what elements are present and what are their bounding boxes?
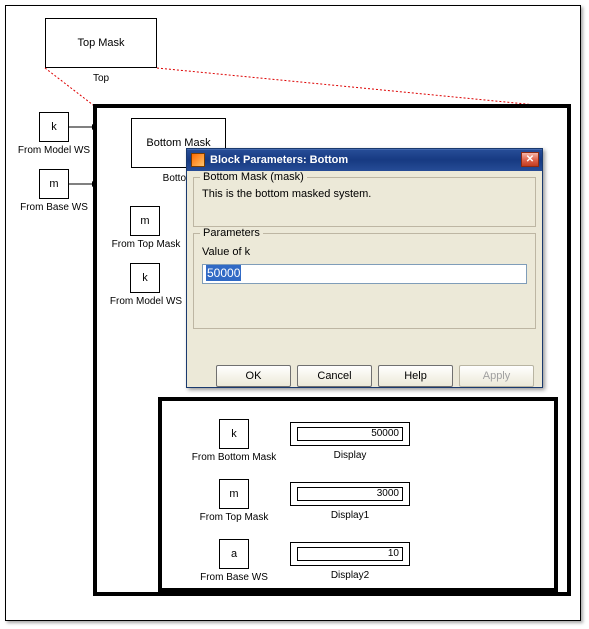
- param-value-k: 50000: [206, 265, 241, 281]
- group-mask-desc: This is the bottom masked system.: [202, 188, 527, 200]
- var-m: m: [49, 178, 58, 190]
- label-from-base-ws-inner: From Base WS: [186, 572, 282, 583]
- block-display1[interactable]: 3000: [290, 482, 410, 506]
- var-a-inner: a: [231, 548, 237, 560]
- label-from-model-ws-mid: From Model WS: [106, 296, 186, 307]
- label-display: Display: [290, 450, 410, 461]
- var-m-inner: m: [229, 488, 238, 500]
- block-display[interactable]: 50000: [290, 422, 410, 446]
- block-top-mask[interactable]: Top Mask: [45, 18, 157, 68]
- group-mask-title: Bottom Mask (mask): [200, 171, 307, 183]
- dialog-titlebar[interactable]: Block Parameters: Bottom ✕: [187, 149, 542, 171]
- app-icon: [191, 153, 205, 167]
- block-from-base-ws-inner[interactable]: a: [219, 539, 249, 569]
- block-from-model-ws[interactable]: k: [39, 112, 69, 142]
- block-display2[interactable]: 10: [290, 542, 410, 566]
- var-m-mid: m: [140, 215, 149, 227]
- var-k-inner: k: [231, 428, 237, 440]
- block-top-mask-label: Top Mask: [77, 37, 124, 49]
- apply-button[interactable]: Apply: [459, 365, 534, 387]
- group-params-title: Parameters: [200, 227, 263, 239]
- display2-value: 10: [297, 547, 403, 561]
- label-from-model-ws: From Model WS: [13, 145, 95, 156]
- dialog-title: Block Parameters: Bottom: [210, 154, 348, 166]
- label-display1: Display1: [290, 510, 410, 521]
- var-k-mid: k: [142, 272, 148, 284]
- label-from-base-ws: From Base WS: [13, 202, 95, 213]
- label-from-top-mask-inner: From Top Mask: [186, 512, 282, 523]
- block-from-bottom-mask[interactable]: k: [219, 419, 249, 449]
- display1-value: 3000: [297, 487, 403, 501]
- ok-button[interactable]: OK: [216, 365, 291, 387]
- block-from-top-mask[interactable]: m: [130, 206, 160, 236]
- block-from-base-ws[interactable]: m: [39, 169, 69, 199]
- close-button[interactable]: ✕: [521, 152, 539, 167]
- help-button[interactable]: Help: [378, 365, 453, 387]
- label-display2: Display2: [290, 570, 410, 581]
- var-k: k: [51, 121, 57, 133]
- param-label-k: Value of k: [202, 246, 527, 258]
- dialog-block-parameters: Block Parameters: Bottom ✕ Bottom Mask (…: [186, 148, 543, 388]
- display-value: 50000: [297, 427, 403, 441]
- cancel-button[interactable]: Cancel: [297, 365, 372, 387]
- block-from-top-mask-inner[interactable]: m: [219, 479, 249, 509]
- label-from-bottom-mask: From Bottom Mask: [186, 452, 282, 463]
- block-from-model-ws-mid[interactable]: k: [130, 263, 160, 293]
- close-icon: ✕: [526, 154, 534, 165]
- param-input-k[interactable]: 50000: [202, 264, 527, 284]
- label-from-top-mask: From Top Mask: [106, 239, 186, 250]
- block-top-label: Top: [45, 73, 157, 84]
